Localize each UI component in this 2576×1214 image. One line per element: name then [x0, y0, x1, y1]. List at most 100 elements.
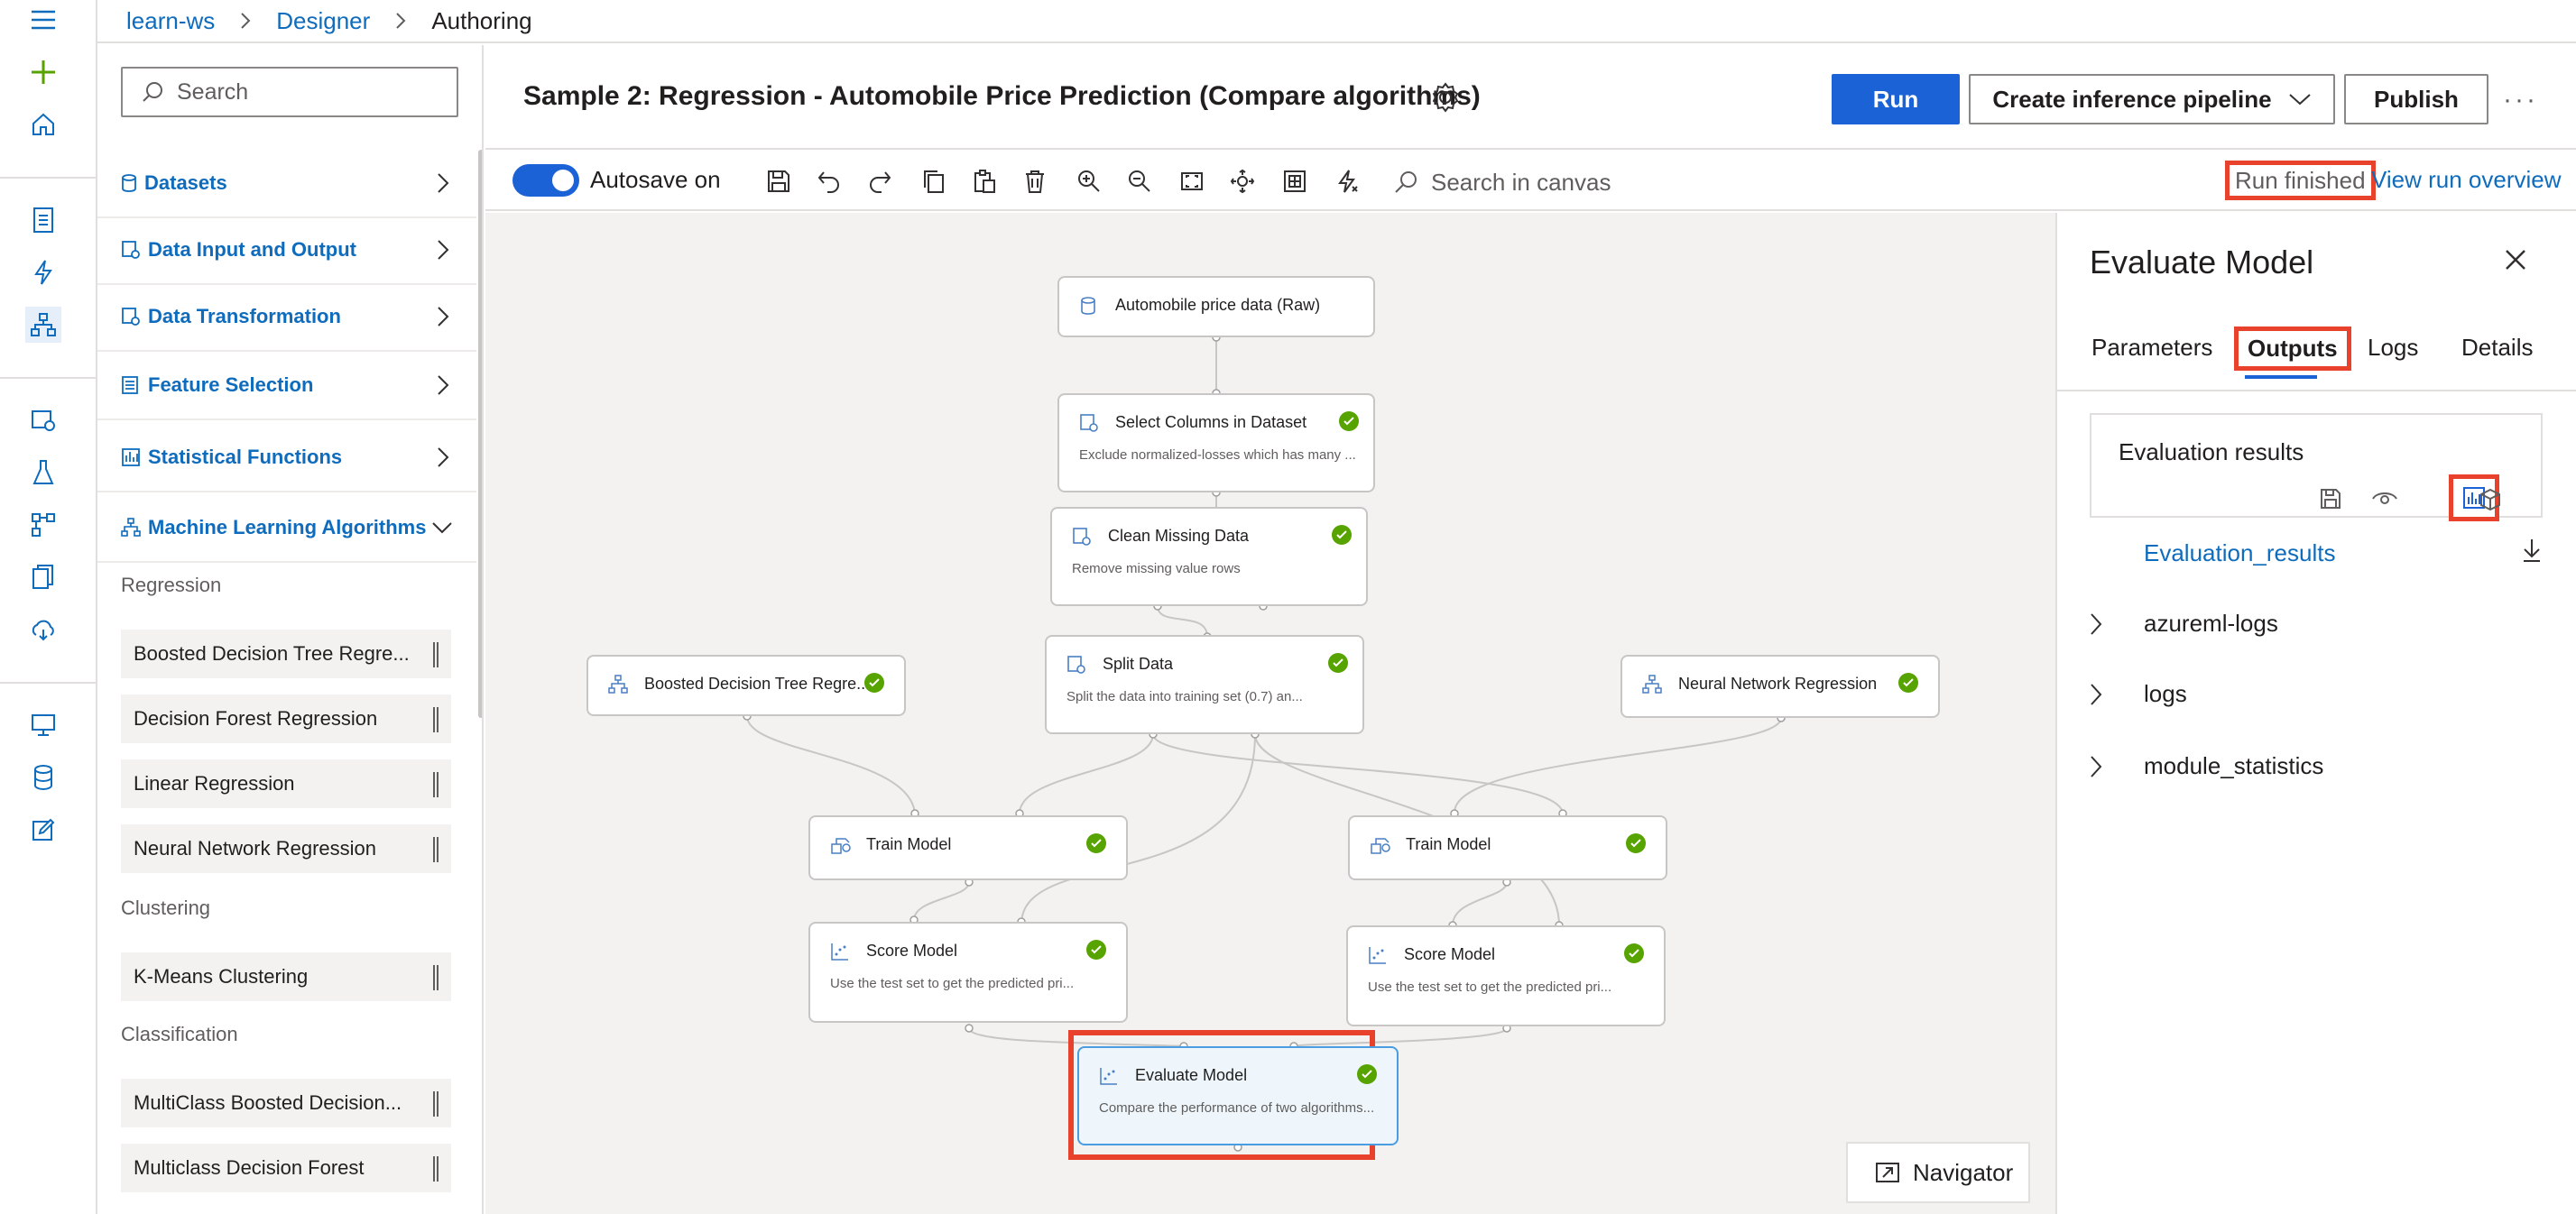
folder-row-azureml-logs[interactable]: azureml-logs	[2090, 610, 2278, 638]
datastores-icon[interactable]	[25, 759, 61, 796]
category-data-transformation[interactable]: Data Transformation	[97, 283, 476, 352]
pipeline-node-neural-network-regression[interactable]: Neural Network Regression	[1620, 655, 1940, 718]
experiments-icon[interactable]	[25, 455, 61, 491]
pipeline-node-evaluate-model[interactable]: Evaluate Model Compare the performance o…	[1077, 1046, 1399, 1145]
navigator-button[interactable]: Navigator	[1846, 1142, 2030, 1203]
zoom-to-fit-icon[interactable]	[1175, 164, 1209, 198]
eye-icon[interactable]	[2371, 487, 2398, 507]
module-item[interactable]: Neural Network Regression	[121, 824, 451, 873]
drag-handle-icon[interactable]	[433, 965, 439, 990]
train-icon	[830, 835, 852, 855]
pipeline-node-score-model-left[interactable]: Score Model Use the test set to get the …	[808, 922, 1128, 1023]
breadcrumb-designer-link[interactable]: Designer	[276, 7, 370, 35]
gear-icon[interactable]	[1429, 81, 1462, 114]
breadcrumb-workspace-link[interactable]: learn-ws	[126, 7, 215, 35]
delete-icon[interactable]	[1018, 164, 1052, 198]
endpoints-icon[interactable]	[25, 612, 61, 648]
pipeline-canvas[interactable]: Automobile price data (Raw) Select Colum…	[485, 213, 2055, 1214]
data-labeling-icon[interactable]	[25, 812, 61, 848]
paste-icon[interactable]	[967, 164, 1002, 198]
pipeline-node-automobile-data[interactable]: Automobile price data (Raw)	[1057, 276, 1375, 337]
designer-icon[interactable]	[25, 307, 61, 343]
undo-icon[interactable]	[812, 164, 846, 198]
view-run-overview-link[interactable]: View run overview	[2371, 166, 2562, 194]
compute-icon[interactable]	[25, 707, 61, 743]
drag-handle-icon[interactable]	[433, 772, 439, 797]
folder-row-logs[interactable]: logs	[2090, 680, 2187, 708]
grid-layout-icon[interactable]	[1278, 164, 1312, 198]
pipeline-node-score-model-right[interactable]: Score Model Use the test set to get the …	[1346, 925, 1666, 1026]
node-title: Clean Missing Data	[1108, 527, 1250, 545]
chevron-right-icon	[2090, 683, 2126, 706]
drag-handle-icon[interactable]	[433, 1156, 439, 1182]
pipeline-node-train-model-left[interactable]: Train Model	[808, 815, 1128, 880]
tab-outputs[interactable]: Outputs	[2234, 326, 2351, 371]
tab-parameters[interactable]: Parameters	[2091, 334, 2212, 362]
automated-ml-icon[interactable]	[25, 254, 61, 290]
category-machine-learning-algorithms[interactable]: Machine Learning Algorithms	[97, 494, 476, 563]
pipeline-node-clean-missing-data[interactable]: Clean Missing Data Remove missing value …	[1050, 507, 1368, 606]
drag-handle-icon[interactable]	[433, 707, 439, 732]
pipeline-node-train-model-right[interactable]: Train Model	[1348, 815, 1667, 880]
publish-button[interactable]: Publish	[2344, 74, 2488, 124]
hamburger-menu-icon[interactable]	[25, 2, 61, 38]
create-inference-pipeline-button[interactable]: Create inference pipeline	[1969, 74, 2335, 124]
pipeline-node-split-data[interactable]: Split Data Split the data into training …	[1045, 635, 1364, 734]
module-item[interactable]: Boosted Decision Tree Regre...	[121, 630, 451, 678]
pipeline-node-select-columns[interactable]: Select Columns in Dataset Exclude normal…	[1057, 393, 1375, 492]
copy-icon[interactable]	[917, 164, 951, 198]
category-data-input-output[interactable]: Data Input and Output	[97, 216, 476, 285]
drag-handle-icon[interactable]	[433, 837, 439, 862]
module-item-label: Neural Network Regression	[134, 837, 376, 860]
palette-search-input[interactable]: Search	[121, 67, 458, 117]
download-icon[interactable]	[2521, 538, 2543, 563]
models-icon[interactable]	[25, 559, 61, 595]
drag-handle-icon[interactable]	[433, 1091, 439, 1117]
chevron-down-icon	[2288, 93, 2312, 106]
home-icon[interactable]	[25, 106, 61, 143]
folder-label: module_statistics	[2144, 752, 2324, 779]
create-new-icon[interactable]	[25, 54, 61, 90]
redo-icon[interactable]	[863, 164, 897, 198]
pipeline-node-boosted-decision-tree[interactable]: Boosted Decision Tree Regre...	[586, 655, 906, 716]
tab-logs[interactable]: Logs	[2368, 334, 2418, 362]
zoom-in-icon[interactable]	[1072, 164, 1106, 198]
canvas-search-input[interactable]: Search in canvas	[1393, 164, 1664, 200]
chevron-right-icon	[395, 12, 406, 30]
palette-scrollbar[interactable]	[478, 150, 482, 718]
module-item[interactable]: Decision Forest Regression	[121, 694, 451, 743]
module-item[interactable]: Multiclass Decision Forest	[121, 1144, 451, 1192]
node-title: Evaluate Model	[1135, 1066, 1248, 1084]
datasets-icon[interactable]	[25, 402, 61, 438]
evaluation-results-link[interactable]: Evaluation_results	[2144, 539, 2335, 567]
chevron-right-icon	[240, 12, 251, 30]
save-icon[interactable]	[762, 164, 796, 198]
drag-handle-icon[interactable]	[433, 642, 439, 667]
save-icon[interactable]	[2319, 487, 2342, 510]
chevron-right-icon	[437, 374, 449, 396]
module-icon	[1079, 413, 1099, 433]
category-statistical-functions[interactable]: Statistical Functions	[97, 424, 476, 492]
close-icon[interactable]	[2503, 247, 2528, 272]
pan-icon[interactable]	[1225, 164, 1260, 198]
auto-layout-icon[interactable]	[1330, 164, 1364, 198]
cube-icon[interactable]	[2478, 487, 2503, 512]
notebooks-icon[interactable]	[25, 202, 61, 238]
category-datasets[interactable]: Datasets	[97, 150, 476, 218]
panel-title: Evaluate Model	[2090, 244, 2314, 281]
module-item[interactable]: K-Means Clustering	[121, 952, 451, 1001]
folder-row-module-statistics[interactable]: module_statistics	[2090, 752, 2323, 780]
palette-search-placeholder: Search	[177, 78, 249, 105]
zoom-out-icon[interactable]	[1122, 164, 1157, 198]
tab-details[interactable]: Details	[2461, 334, 2533, 362]
node-description: Use the test set to get the predicted pr…	[830, 976, 1075, 991]
group-label-clustering: Clustering	[121, 897, 211, 919]
category-feature-selection[interactable]: Feature Selection	[97, 352, 476, 420]
autosave-toggle[interactable]	[512, 164, 579, 197]
run-button[interactable]: Run	[1832, 74, 1960, 124]
more-options-button[interactable]: ···	[2503, 85, 2538, 115]
pipelines-icon[interactable]	[25, 507, 61, 543]
module-item[interactable]: MultiClass Boosted Decision...	[121, 1079, 451, 1127]
category-label: Data Input and Output	[148, 238, 356, 261]
module-item[interactable]: Linear Regression	[121, 759, 451, 808]
